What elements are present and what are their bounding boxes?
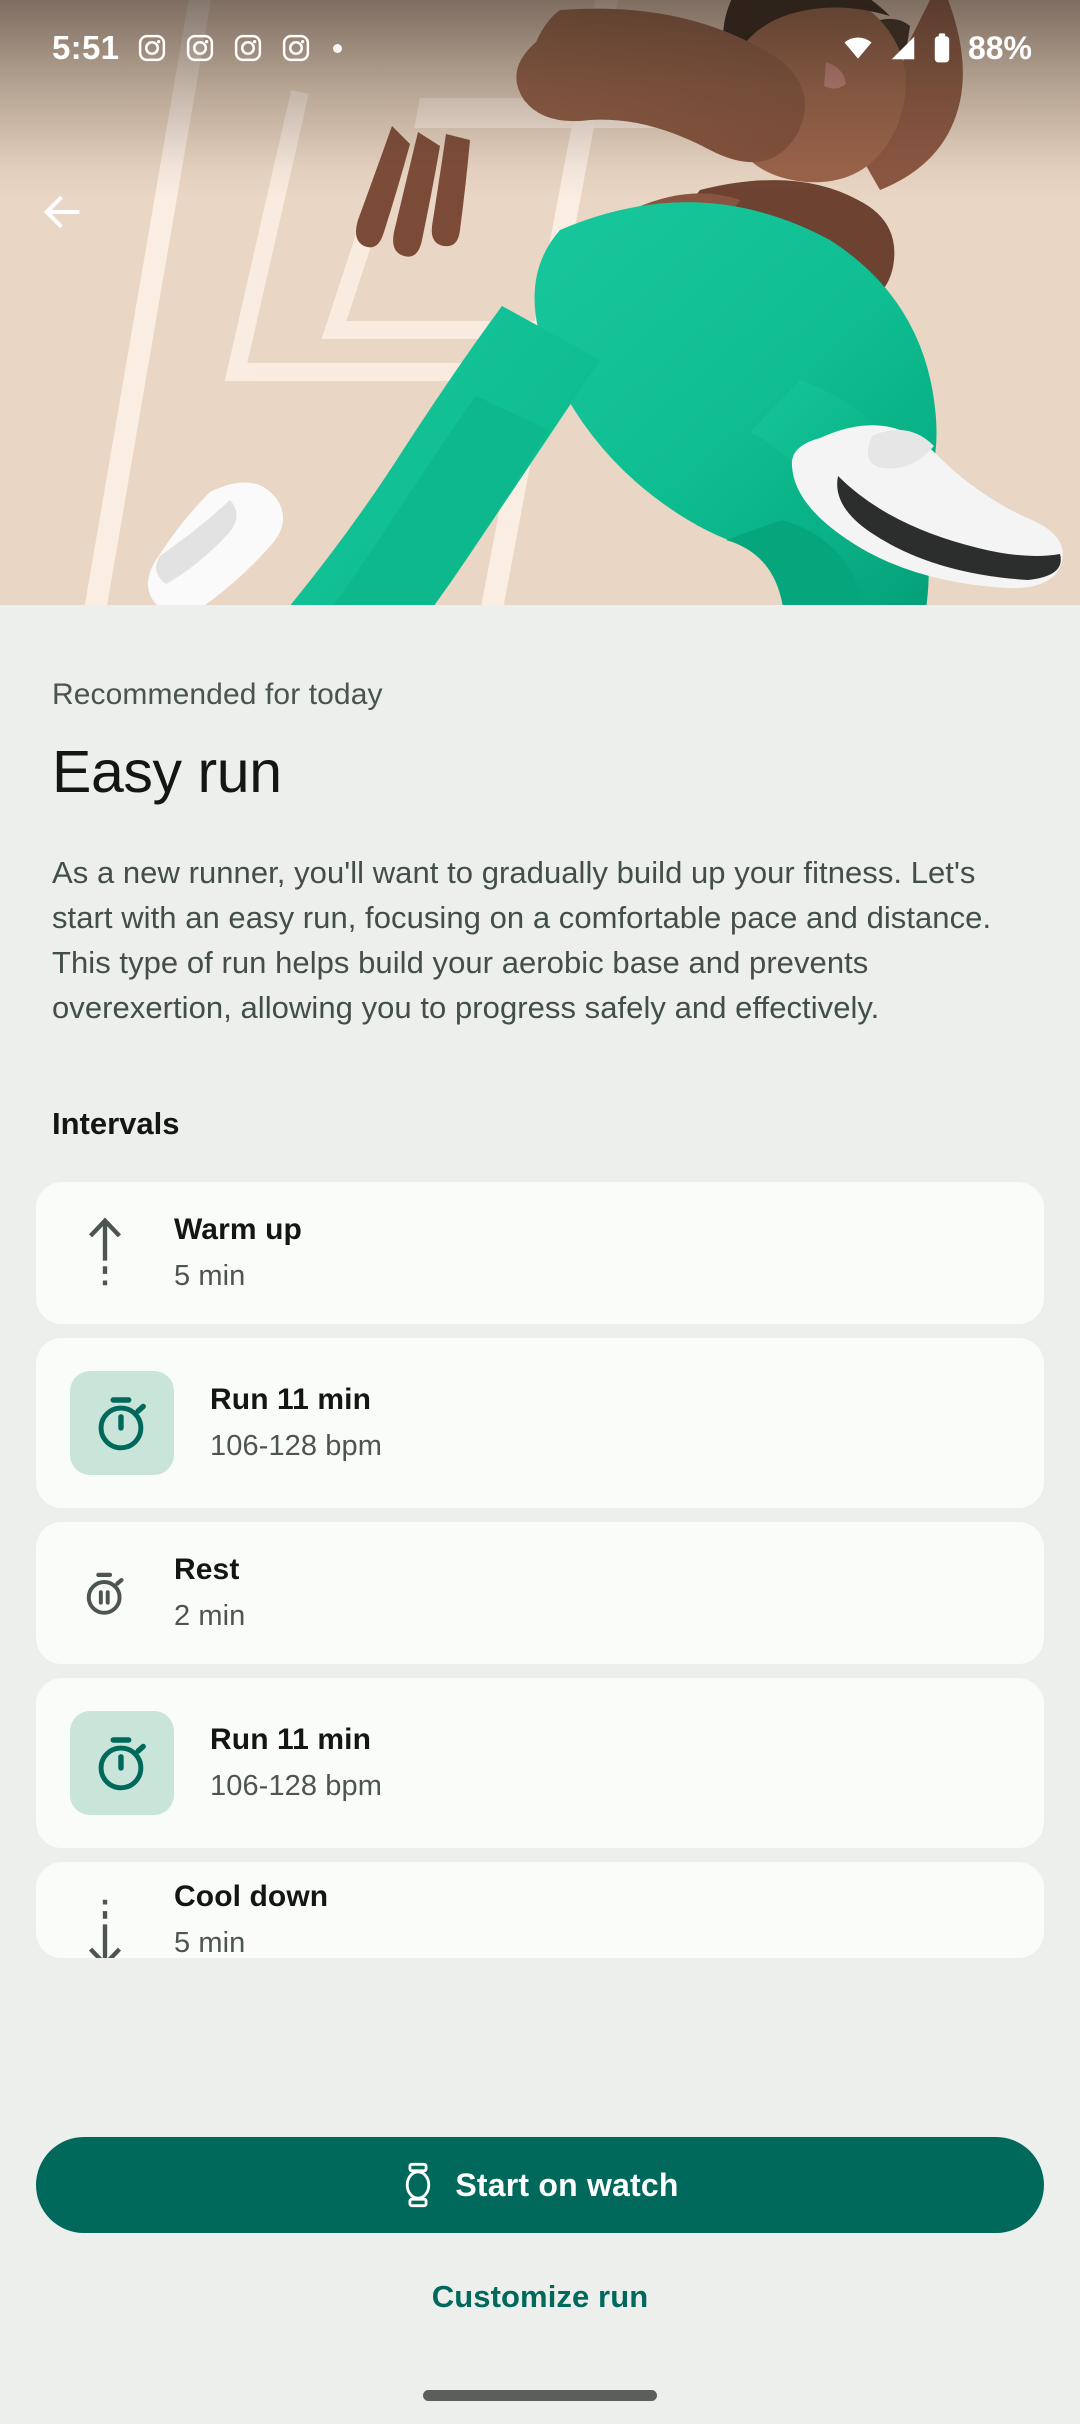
back-button[interactable] — [18, 168, 106, 256]
stopwatch-icon-tile — [70, 1710, 174, 1815]
interval-card-text: Cool down 5 min — [174, 1880, 328, 1958]
status-bar: 5:51 88% — [0, 0, 1080, 96]
interval-subtitle: 106-128 bpm — [210, 1769, 382, 1802]
arrow-up-dotted-icon — [70, 1215, 140, 1291]
content-area: Recommended for today Easy run As a new … — [0, 605, 1080, 1958]
start-on-watch-label: Start on watch — [455, 2166, 679, 2203]
interval-card-run-1[interactable]: Run 11 min 106-128 bpm — [36, 1337, 1044, 1508]
stopwatch-icon — [98, 1397, 146, 1451]
arrow-down-dotted-icon — [70, 1884, 140, 1958]
arrow-back-icon — [43, 195, 80, 229]
instagram-icon — [235, 34, 262, 62]
interval-card-text: Rest 2 min — [174, 1553, 245, 1633]
interval-card-text: Run 11 min 106-128 bpm — [210, 1723, 382, 1803]
interval-subtitle: 5 min — [174, 1926, 246, 1958]
recommendation-label: Recommended for today — [52, 678, 383, 711]
instagram-icon — [187, 34, 214, 62]
intervals-section-title: Intervals — [52, 1105, 180, 1141]
interval-title: Cool down — [174, 1879, 329, 1913]
stopwatch-pause-icon — [70, 1568, 140, 1618]
watch-icon — [406, 2162, 431, 2208]
cell-signal-icon — [891, 36, 915, 60]
bottom-action-bar: Start on watch Customize run — [0, 2111, 1080, 2424]
interval-card-text: Warm up 5 min — [174, 1213, 302, 1293]
stopwatch-icon — [98, 1737, 146, 1791]
interval-card-cool-down[interactable]: Cool down 5 min — [36, 1861, 1044, 1958]
notification-overflow-dot — [333, 43, 343, 53]
wifi-icon — [844, 37, 872, 59]
stopwatch-icon-tile — [70, 1370, 174, 1475]
status-bar-clock: 5:51 — [52, 29, 120, 66]
interval-card-rest[interactable]: Rest 2 min — [36, 1521, 1044, 1664]
customize-run-link[interactable]: Customize run — [0, 2261, 1080, 2333]
battery-percentage: 88% — [967, 29, 1032, 66]
battery-icon — [934, 33, 950, 63]
interval-subtitle: 5 min — [174, 1259, 246, 1292]
interval-card-text: Run 11 min 106-128 bpm — [210, 1383, 382, 1463]
interval-title: Run 11 min — [210, 1382, 372, 1416]
status-bar-right: 88% — [841, 30, 1032, 67]
intervals-list: Warm up 5 min Run 11 min 106-128 bpm Res… — [0, 1181, 1080, 1958]
interval-card-run-2[interactable]: Run 11 min 106-128 bpm — [36, 1677, 1044, 1848]
interval-title: Warm up — [174, 1212, 302, 1246]
interval-card-warm-up[interactable]: Warm up 5 min — [36, 1181, 1044, 1324]
interval-subtitle: 2 min — [174, 1599, 246, 1632]
interval-title: Run 11 min — [210, 1722, 372, 1756]
interval-title: Rest — [174, 1552, 240, 1586]
status-bar-left: 5:51 — [52, 29, 343, 67]
instagram-icon — [139, 34, 166, 62]
page-title: Easy run — [52, 739, 282, 805]
gesture-navigation-bar[interactable] — [423, 2390, 657, 2401]
interval-subtitle: 106-128 bpm — [210, 1429, 382, 1462]
workout-description: As a new runner, you'll want to graduall… — [52, 854, 992, 1025]
customize-run-label: Customize run — [431, 2279, 649, 2314]
start-on-watch-button[interactable]: Start on watch — [36, 2137, 1044, 2233]
instagram-icon — [283, 34, 310, 62]
